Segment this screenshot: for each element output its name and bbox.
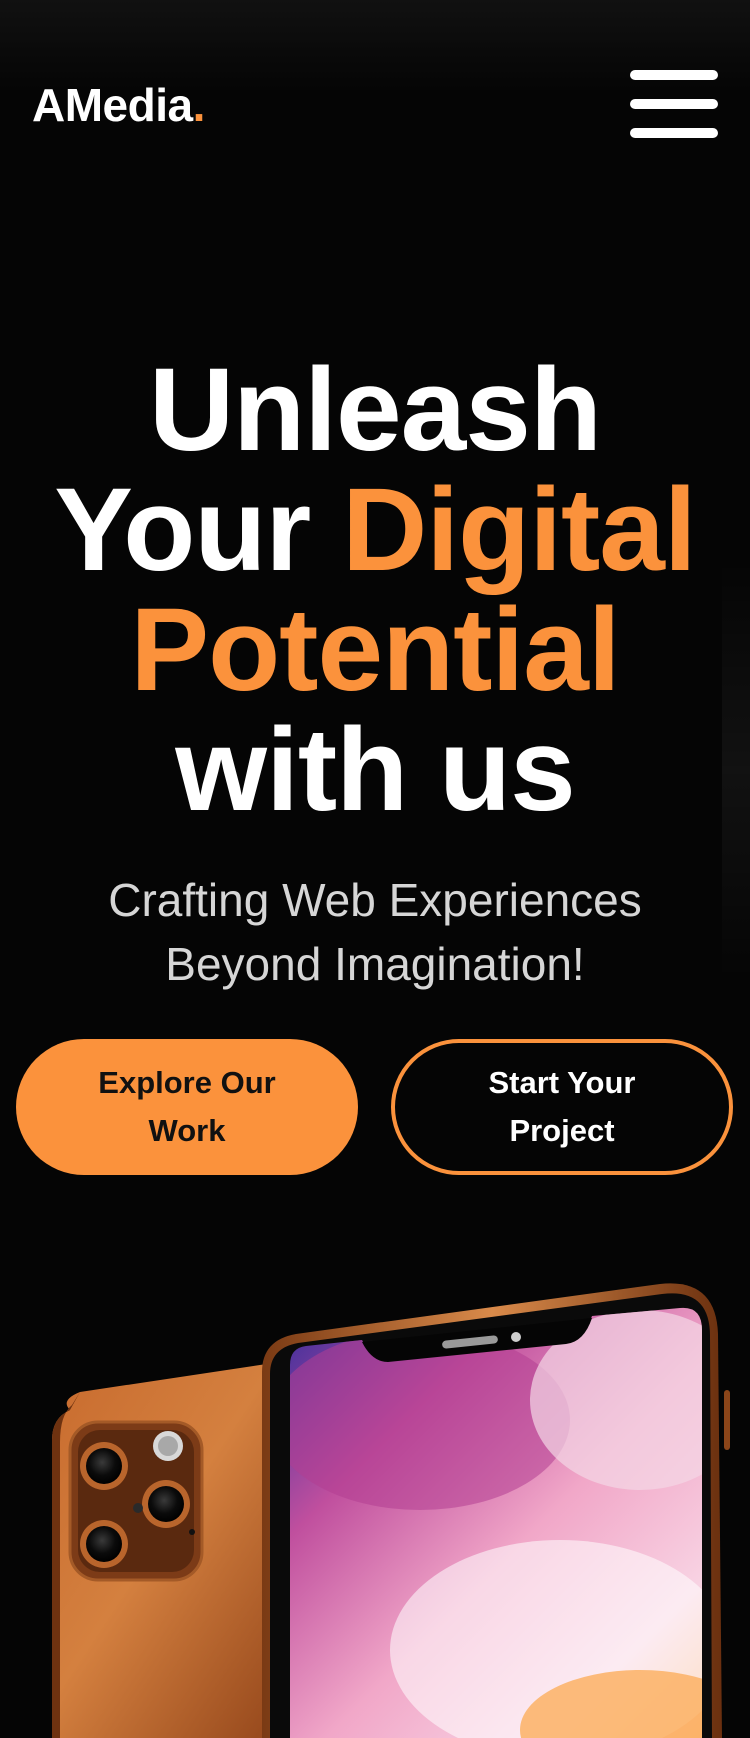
headline-your: Your (54, 464, 343, 596)
headline-line-2: Your Digital (0, 470, 750, 590)
logo-text: AMedia (32, 79, 193, 131)
subheadline-line-2: Beyond Imagination! (165, 938, 585, 990)
menu-button[interactable] (630, 70, 718, 138)
headline-digital: Digital (342, 464, 697, 596)
hero-headline: Unleash Your Digital Potential with us (0, 350, 750, 830)
logo-dot: . (192, 79, 206, 131)
headline-line-3: Potential (130, 584, 620, 716)
headline-line-4: with us (175, 704, 575, 836)
subheadline-line-1: Crafting Web Experiences (108, 874, 642, 926)
hamburger-menu-icon (630, 70, 718, 80)
hamburger-menu-icon-bar (630, 128, 718, 138)
explore-work-button[interactable]: Explore Our Work (16, 1039, 358, 1175)
hamburger-menu-icon-bar (630, 99, 718, 109)
headline-line-1: Unleash (148, 344, 602, 476)
logo[interactable]: AMedia. (32, 82, 205, 128)
start-project-button[interactable]: Start Your Project (391, 1039, 733, 1175)
hero-subheadline: Crafting Web Experiences Beyond Imaginat… (0, 868, 750, 996)
phone-image (52, 1283, 730, 1738)
